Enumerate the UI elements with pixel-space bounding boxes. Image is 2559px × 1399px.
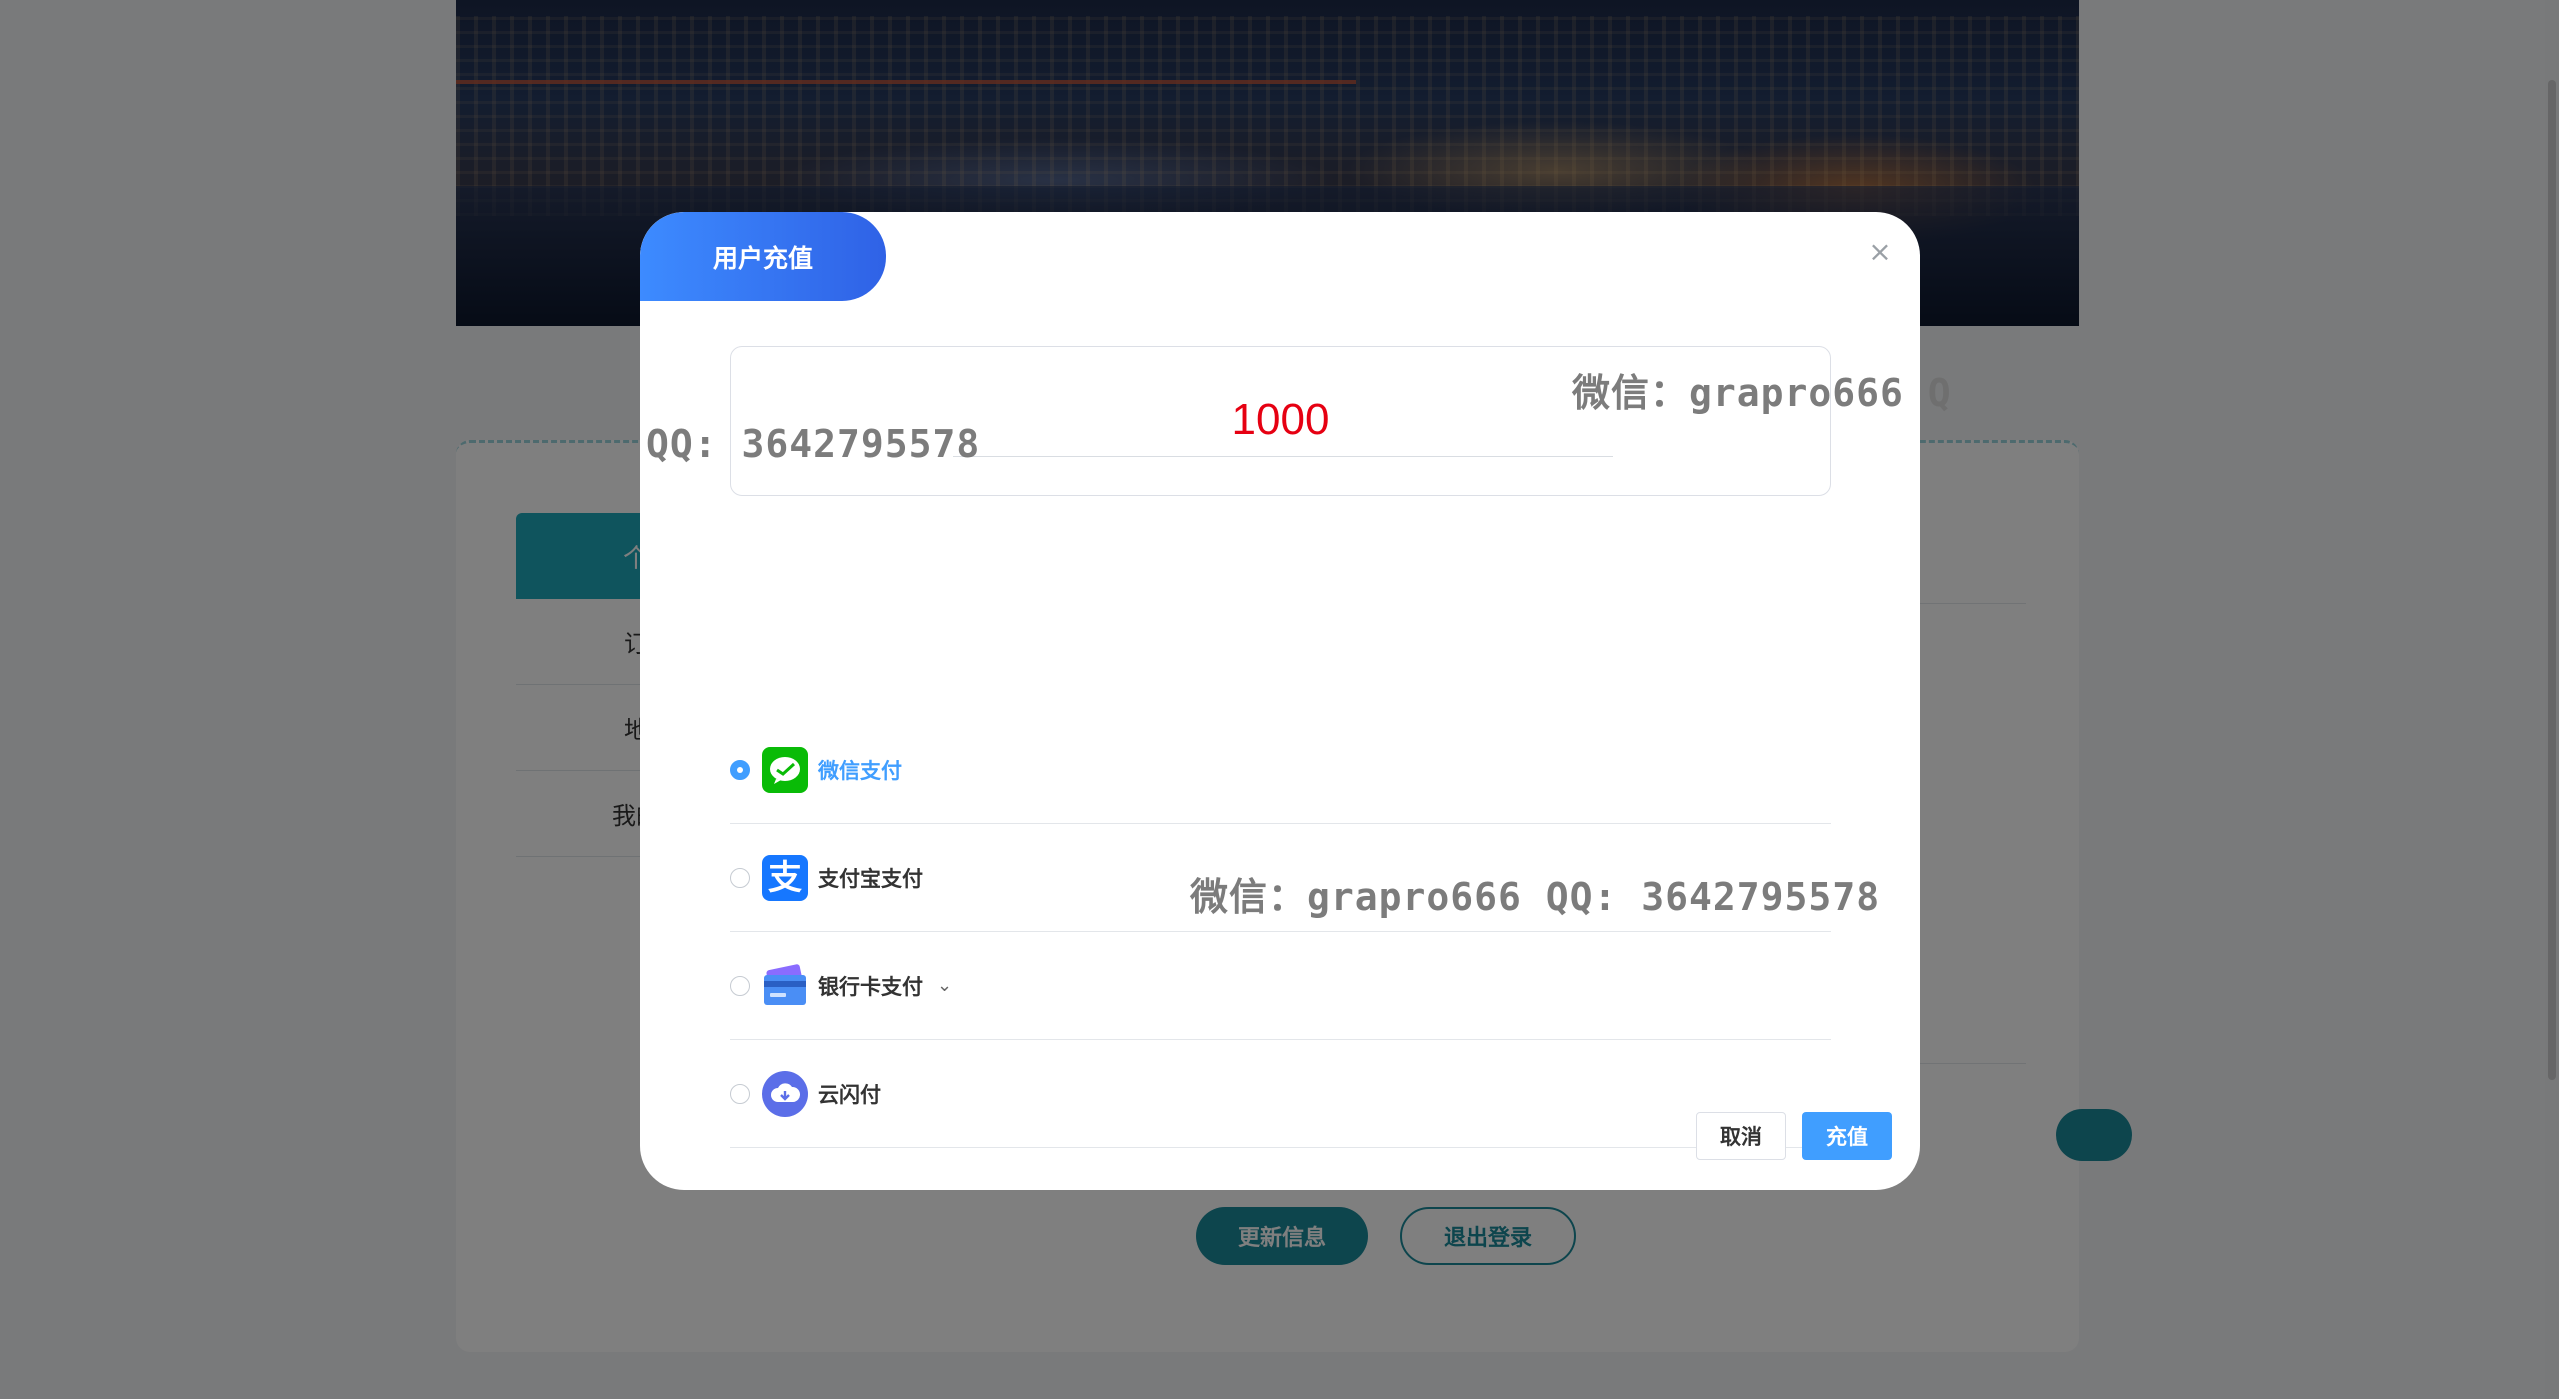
radio-alipay[interactable] bbox=[730, 867, 750, 888]
watermark-text: 微信：grapro666 QQ: 3642795578 bbox=[1190, 875, 1881, 919]
page: 个 订 地 我的 更新信息 退出登录 用户充值 × 1000 bbox=[0, 0, 2559, 1399]
cloud-pay-icon bbox=[762, 1070, 808, 1117]
amount-underline bbox=[953, 456, 1613, 457]
watermark-text: QQ: 3642795578 bbox=[646, 422, 981, 466]
quickpass-label: 云闪付 bbox=[818, 1082, 881, 1107]
alipay-label: 支付宝支付 bbox=[818, 866, 923, 891]
recharge-button[interactable]: 充值 bbox=[1802, 1112, 1892, 1160]
radio-bankcard[interactable] bbox=[730, 975, 750, 996]
payment-option-quickpass[interactable]: 云闪付 bbox=[730, 1040, 1831, 1148]
payment-option-wechat[interactable]: 微信支付 bbox=[730, 716, 1831, 824]
wechat-icon bbox=[762, 746, 808, 793]
bank-card-label: 银行卡支付 bbox=[818, 974, 923, 999]
cancel-button[interactable]: 取消 bbox=[1696, 1112, 1786, 1160]
wechat-pay-label: 微信支付 bbox=[818, 758, 902, 783]
radio-wechat[interactable] bbox=[730, 759, 750, 780]
recharge-dialog: 用户充值 × 1000 微信支付 支 支付宝支付 银行卡支付 ⌄ 云闪付 取消 … bbox=[640, 212, 1920, 1190]
scrollbar-thumb[interactable] bbox=[2548, 80, 2556, 1080]
dialog-title: 用户充值 bbox=[640, 212, 886, 301]
page-scrollbar[interactable] bbox=[2545, 0, 2559, 1399]
close-icon[interactable]: × bbox=[1866, 238, 1894, 266]
payment-option-bankcard[interactable]: 银行卡支付 ⌄ bbox=[730, 932, 1831, 1040]
alipay-icon: 支 bbox=[762, 854, 808, 901]
radio-quickpass[interactable] bbox=[730, 1083, 750, 1104]
watermark-text: 微信：grapro666 Q bbox=[1572, 371, 1952, 415]
alipay-glyph: 支 bbox=[768, 857, 802, 898]
chevron-down-icon[interactable]: ⌄ bbox=[937, 975, 952, 996]
bank-card-icon bbox=[762, 963, 808, 1009]
